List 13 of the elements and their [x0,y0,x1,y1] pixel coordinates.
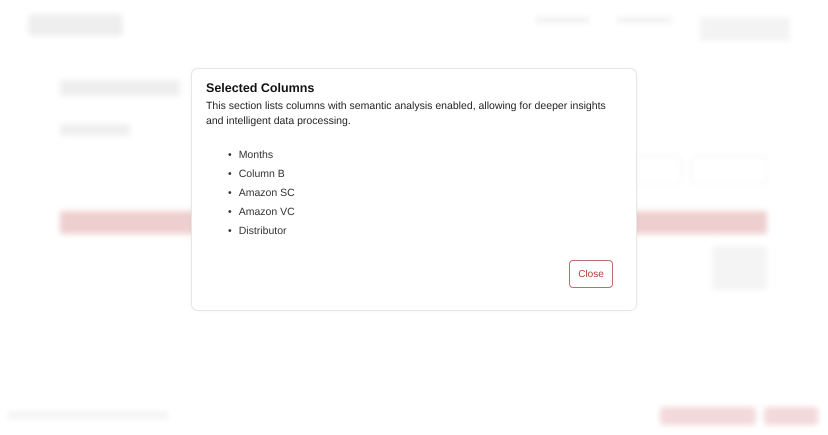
bullet-marker: • [228,224,232,238]
column-name: Distributor [238,224,287,238]
modal-description: This section lists columns with semantic analysis enabled, allowing for deeper insights and intelligent data processing. [206,99,607,129]
bullet-marker: • [228,148,232,162]
bullet-marker: • [228,204,232,218]
bullet-marker: • [228,166,232,180]
column-name: Amazon SC [238,186,295,200]
bullet-marker: • [228,186,232,200]
modal-title: Selected Columns [206,81,316,96]
column-name: Months [238,148,274,162]
column-name: Amazon VC [238,204,295,218]
close-button[interactable]: Close [569,260,613,288]
column-name: Column B [238,166,285,180]
